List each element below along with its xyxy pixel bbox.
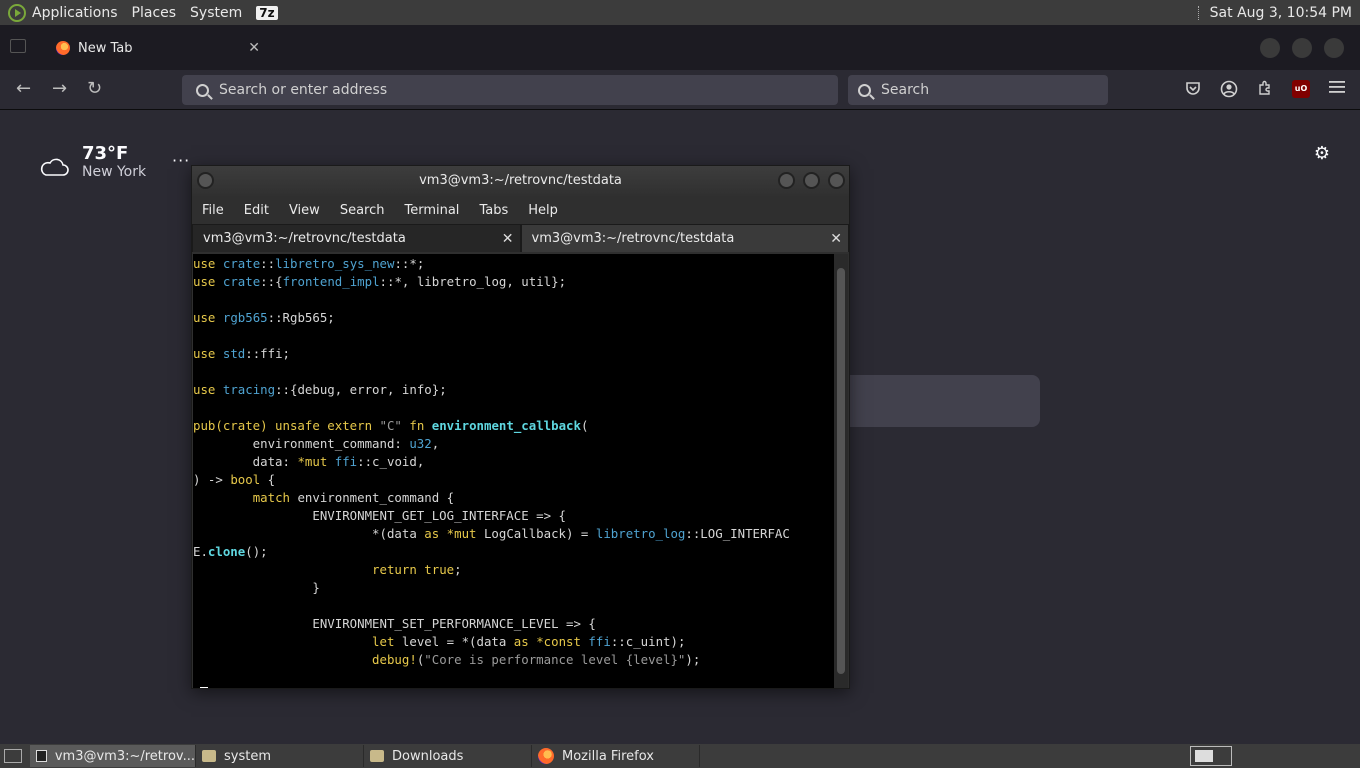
- reload-icon[interactable]: ↻: [87, 78, 102, 99]
- terminal-icon: [36, 750, 47, 762]
- clock-text: Sat Aug 3, 10:54 PM: [1209, 4, 1352, 21]
- terminal-tab-1[interactable]: vm3@vm3:~/retrovnc/testdata ✕: [192, 224, 521, 252]
- menu-file[interactable]: File: [202, 203, 224, 218]
- taskbar-item-label: vm3@vm3:~/retrov...: [54, 748, 195, 764]
- browser-tab-new-tab[interactable]: New Tab ✕: [40, 32, 270, 64]
- menu-tabs[interactable]: Tabs: [479, 203, 508, 218]
- applications-menu[interactable]: Applications: [32, 5, 118, 21]
- workspace-1[interactable]: [1195, 750, 1213, 762]
- tab-close-icon[interactable]: ✕: [248, 40, 260, 56]
- url-bar[interactable]: Search or enter address: [182, 75, 838, 105]
- close-window-button[interactable]: [828, 172, 845, 189]
- top-panel: Applications Places System 7z Sat Aug 3,…: [0, 0, 1360, 25]
- url-placeholder: Search or enter address: [219, 82, 388, 98]
- ublock-origin-icon[interactable]: uO: [1292, 80, 1310, 98]
- gear-icon[interactable]: ⚙: [1314, 143, 1330, 164]
- terminal-titlebar[interactable]: vm3@vm3:~/retrovnc/testdata: [192, 166, 849, 196]
- sidebar-toggle-icon[interactable]: [10, 39, 26, 53]
- close-icon[interactable]: ✕: [830, 231, 842, 247]
- back-arrow-icon[interactable]: ←: [16, 78, 31, 99]
- menu-help[interactable]: Help: [528, 203, 558, 218]
- search-bar[interactable]: Search: [848, 75, 1108, 105]
- weather-widget[interactable]: 73°F New York: [38, 143, 146, 180]
- terminal-scrollbar[interactable]: [834, 254, 848, 688]
- search-icon: [858, 83, 871, 97]
- taskbar-item-downloads[interactable]: Downloads: [364, 745, 532, 767]
- weather-city: New York: [82, 164, 147, 180]
- extensions-icon[interactable]: [1256, 80, 1274, 98]
- taskbar-item-firefox[interactable]: Mozilla Firefox: [532, 745, 700, 767]
- menu-view[interactable]: View: [289, 203, 320, 218]
- tab-title: New Tab: [78, 40, 133, 56]
- places-menu[interactable]: Places: [132, 5, 177, 21]
- panel-separator: [1197, 5, 1200, 20]
- applications-logo-icon[interactable]: [8, 3, 26, 22]
- scrollbar-thumb[interactable]: [837, 268, 845, 674]
- minimize-button[interactable]: [778, 172, 795, 189]
- pocket-icon[interactable]: [1184, 80, 1202, 98]
- weather-more-icon[interactable]: ···: [172, 151, 190, 170]
- taskbar-item-label: Downloads: [392, 748, 464, 764]
- bottom-taskbar: vm3@vm3:~/retrov... system Downloads Moz…: [0, 744, 1360, 768]
- terminal-tab-label: vm3@vm3:~/retrovnc/testdata: [203, 231, 406, 246]
- window-controls: [1260, 38, 1344, 58]
- account-icon[interactable]: [1220, 80, 1238, 98]
- taskbar-item-terminal[interactable]: vm3@vm3:~/retrov...: [30, 745, 196, 767]
- terminal-output[interactable]: use crate::libretro_sys_new::*; use crat…: [193, 254, 834, 688]
- close-icon[interactable]: ✕: [502, 231, 514, 247]
- terminal-tab-2[interactable]: vm3@vm3:~/retrovnc/testdata ✕: [520, 224, 849, 252]
- terminal-menubar: File Edit View Search Terminal Tabs Help: [192, 196, 849, 224]
- taskbar-item-label: Mozilla Firefox: [562, 748, 654, 764]
- toolbar-icons: uO: [1184, 80, 1346, 98]
- menu-edit[interactable]: Edit: [244, 203, 269, 218]
- terminal-tab-label: vm3@vm3:~/retrovnc/testdata: [531, 231, 735, 246]
- weather-temperature: 73°F: [82, 143, 129, 164]
- taskbar-item-label: system: [224, 748, 271, 764]
- panel-menus: Applications Places System 7z: [32, 0, 292, 25]
- browser-tab-strip: New Tab ✕: [0, 25, 1360, 70]
- cloud-icon: [38, 155, 70, 176]
- shortcut-card[interactable]: [848, 375, 1040, 427]
- archive-manager-icon[interactable]: 7z: [256, 5, 278, 20]
- workspace-switcher[interactable]: [1190, 746, 1232, 766]
- menu-terminal[interactable]: Terminal: [404, 203, 459, 218]
- maximize-button[interactable]: [1292, 38, 1312, 58]
- show-desktop-icon[interactable]: [4, 749, 22, 763]
- panel-clock[interactable]: Sat Aug 3, 10:54 PM: [1197, 4, 1352, 21]
- firefox-icon: [56, 41, 70, 55]
- folder-icon: [202, 750, 216, 762]
- search-placeholder: Search: [881, 82, 930, 98]
- maximize-button[interactable]: [803, 172, 820, 189]
- folder-icon: [370, 750, 384, 762]
- browser-nav-bar: ← → ↻ Search or enter address Search uO: [0, 70, 1360, 110]
- search-icon: [196, 83, 209, 97]
- terminal-window: vm3@vm3:~/retrovnc/testdata File Edit Vi…: [191, 165, 850, 689]
- hamburger-menu-icon[interactable]: [1328, 80, 1346, 98]
- text-cursor: [200, 687, 209, 688]
- forward-arrow-icon[interactable]: →: [52, 78, 67, 99]
- system-menu[interactable]: System: [190, 5, 242, 21]
- taskbar-item-system[interactable]: system: [196, 745, 364, 767]
- window-menu-button[interactable]: [197, 172, 214, 189]
- terminal-tab-bar: vm3@vm3:~/retrovnc/testdata ✕ vm3@vm3:~/…: [192, 224, 849, 252]
- terminal-title: vm3@vm3:~/retrovnc/testdata: [419, 173, 622, 188]
- menu-search[interactable]: Search: [340, 203, 385, 218]
- close-window-button[interactable]: [1324, 38, 1344, 58]
- firefox-icon: [538, 748, 554, 764]
- minimize-button[interactable]: [1260, 38, 1280, 58]
